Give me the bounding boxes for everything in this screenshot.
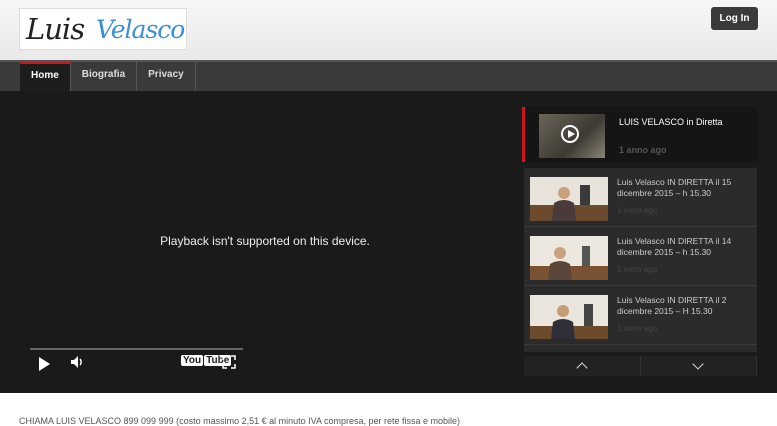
item-title: Luis Velasco IN DIRETTA il 14 dicembre 2… [617,236,732,257]
chevron-down-icon [692,358,704,370]
video-stage: Playback isn't supported on this device.… [0,91,777,393]
video-thumbnail[interactable] [530,236,608,280]
video-playlist: LUIS VELASCO in Diretta 1 anno ago Luis … [522,107,757,377]
item-title: Luis Velasco IN DIRETTA il 15 dicembre 2… [617,177,732,198]
play-icon[interactable] [39,357,50,371]
scroll-up-button[interactable] [524,356,641,376]
item-title: Luis Velasco IN DIRETTA il 2 dicembre 20… [617,295,727,316]
tab-privacy[interactable]: Privacy [137,62,196,91]
logo-first-word: Luis [26,12,85,46]
playlist-scroll-controls [524,356,757,376]
live-title: LUIS VELASCO in Diretta [619,117,723,127]
volume-icon[interactable] [70,355,86,374]
list-item[interactable]: Luis Velasco IN DIRETTA il 14 dicembre 2… [524,227,757,286]
live-time: 1 anno ago [619,145,667,155]
footer-text: CHIAMA LUIS VELASCO 899 099 999 (costo m… [19,416,461,426]
site-header: Luis Velasco Log In [0,0,777,60]
item-time: 1 anno ago [617,265,658,274]
item-time: 1 anno ago [617,206,658,215]
login-button[interactable]: Log In [711,7,758,30]
main-nav: Home Biografia Privacy [0,60,777,91]
play-circle-icon[interactable] [561,125,579,143]
tab-home[interactable]: Home [20,62,71,91]
progress-bar[interactable] [30,348,243,350]
playlist-list[interactable]: Luis Velasco IN DIRETTA il 15 dicembre 2… [524,168,757,352]
chevron-up-icon [576,362,588,374]
list-item[interactable]: Luis Velasco IN DIRETTA il 2 dicembre 20… [524,286,757,345]
logo-second-word: Velasco [96,15,185,44]
video-thumbnail[interactable] [530,177,608,221]
site-footer: CHIAMA LUIS VELASCO 899 099 999 (costo m… [0,393,777,426]
live-video-item[interactable]: LUIS VELASCO in Diretta 1 anno ago [522,107,757,162]
tab-biografia[interactable]: Biografia [71,62,138,91]
list-item[interactable]: Luis Velasco IN DIRETTA il 15 dicembre 2… [524,168,757,227]
video-thumbnail[interactable] [530,295,608,339]
video-player[interactable]: Playback isn't supported on this device.… [20,91,510,393]
youtube-label-a: You [181,355,204,366]
scroll-down-button[interactable] [641,356,757,376]
fullscreen-icon[interactable] [222,355,236,369]
live-thumbnail[interactable] [539,114,605,158]
playback-message: Playback isn't supported on this device. [160,234,370,248]
item-time: 1 anno ago [617,324,658,333]
site-logo[interactable]: Luis Velasco [19,8,187,50]
